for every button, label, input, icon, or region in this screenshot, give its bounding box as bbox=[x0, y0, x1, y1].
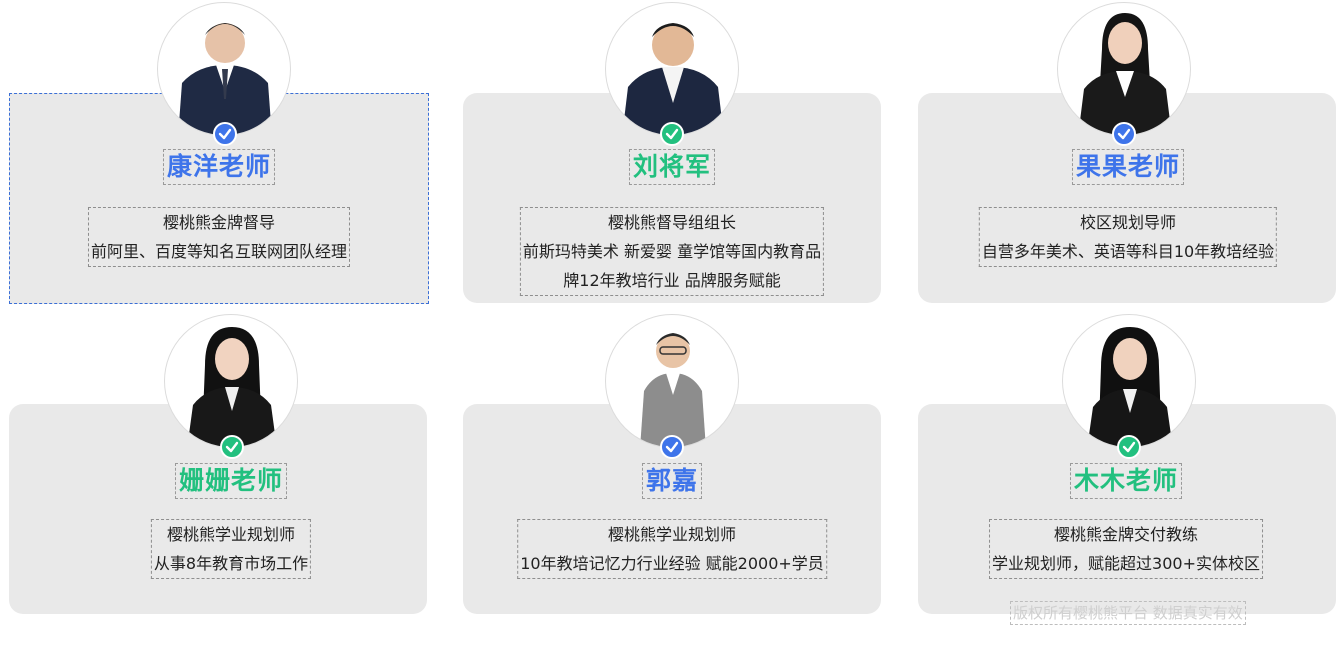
teacher-description: 樱桃熊督导组组长 前斯玛特美术 新爱婴 童学馆等国内教育品 牌12年教培行业 品… bbox=[519, 207, 825, 296]
check-badge-icon bbox=[213, 122, 237, 146]
teacher-name: 果果老师 bbox=[1071, 149, 1185, 185]
teacher-avatar bbox=[157, 2, 291, 136]
teacher-avatar bbox=[1057, 2, 1191, 136]
teacher-avatar bbox=[164, 314, 298, 448]
teacher-bio: 自营多年美术、英语等科目10年教培经验 bbox=[981, 242, 1275, 261]
teacher-description: 樱桃熊学业规划师 从事8年教育市场工作 bbox=[150, 519, 312, 579]
check-badge-icon bbox=[220, 435, 244, 459]
teacher-name: 康洋老师 bbox=[162, 149, 276, 185]
teacher-name: 姗姗老师 bbox=[174, 463, 288, 499]
teacher-title: 校区规划导师 bbox=[1079, 213, 1176, 232]
teacher-name: 木木老师 bbox=[1069, 463, 1183, 499]
teacher-title: 樱桃熊督导组组长 bbox=[607, 213, 736, 232]
teacher-grid: 康洋老师 樱桃熊金牌督导 前阿里、百度等知名互联网团队经理 刘将军 樱桃熊督导组… bbox=[0, 0, 1342, 648]
teacher-avatar bbox=[605, 2, 739, 136]
copyright-notice: 版权所有樱桃熊平台 数据真实有效 bbox=[1010, 601, 1246, 625]
check-badge-icon bbox=[1112, 122, 1136, 146]
teacher-title: 樱桃熊金牌交付教练 bbox=[1053, 525, 1199, 544]
teacher-description: 校区规划导师 自营多年美术、英语等科目10年教培经验 bbox=[978, 207, 1278, 267]
teacher-name: 郭嘉 bbox=[641, 463, 703, 499]
teacher-name: 刘将军 bbox=[628, 149, 716, 185]
teacher-bio: 牌12年教培行业 品牌服务赋能 bbox=[563, 271, 781, 290]
teacher-title: 樱桃熊金牌督导 bbox=[162, 213, 276, 232]
teacher-title: 樱桃熊学业规划师 bbox=[166, 525, 295, 544]
teacher-bio: 前阿里、百度等知名互联网团队经理 bbox=[90, 242, 348, 261]
check-badge-icon bbox=[660, 122, 684, 146]
teacher-description: 樱桃熊金牌督导 前阿里、百度等知名互联网团队经理 bbox=[87, 207, 351, 267]
teacher-bio: 10年教培记忆力行业经验 赋能2000+学员 bbox=[520, 554, 824, 573]
teacher-bio: 前斯玛特美术 新爱婴 童学馆等国内教育品 bbox=[522, 242, 822, 261]
teacher-description: 樱桃熊金牌交付教练 学业规划师，赋能超过300+实体校区 bbox=[989, 519, 1263, 579]
teacher-avatar bbox=[605, 314, 739, 448]
check-badge-icon bbox=[1117, 435, 1141, 459]
teacher-title: 樱桃熊学业规划师 bbox=[607, 525, 737, 544]
teacher-description: 樱桃熊学业规划师 10年教培记忆力行业经验 赋能2000+学员 bbox=[517, 519, 827, 579]
teacher-bio: 从事8年教育市场工作 bbox=[153, 554, 309, 573]
teacher-bio: 学业规划师，赋能超过300+实体校区 bbox=[992, 554, 1260, 573]
check-badge-icon bbox=[660, 435, 684, 459]
teacher-avatar bbox=[1062, 314, 1196, 448]
